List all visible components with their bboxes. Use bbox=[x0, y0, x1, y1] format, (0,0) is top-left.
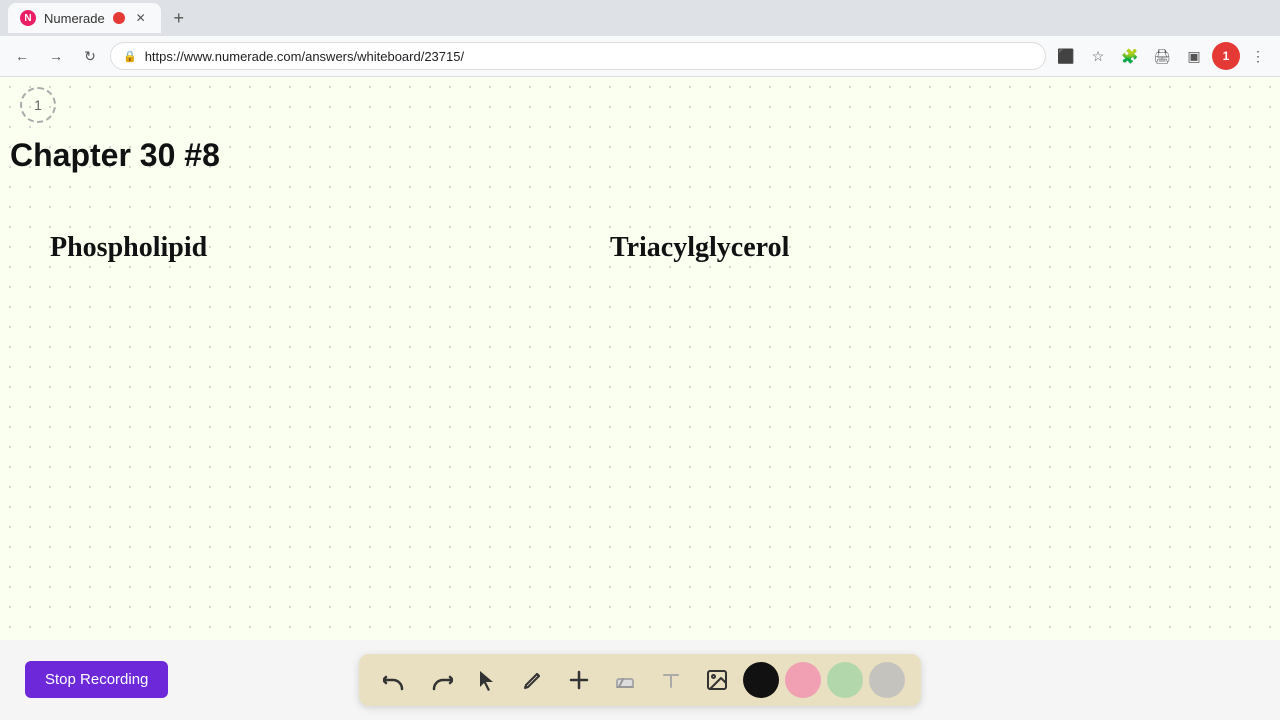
bottom-toolbar: Stop Recording bbox=[0, 640, 1280, 720]
color-pink-button[interactable] bbox=[785, 662, 821, 698]
color-gray-button[interactable] bbox=[869, 662, 905, 698]
address-bar[interactable]: 🔒 https://www.numerade.com/answers/white… bbox=[110, 42, 1046, 70]
nav-actions: ⬛ ☆ 🧩 🖨 ▣ 1 ⋮ bbox=[1052, 42, 1272, 70]
tab-favicon: N bbox=[20, 10, 36, 26]
drawing-toolbar bbox=[359, 654, 921, 706]
bookmark-icon[interactable]: ☆ bbox=[1084, 42, 1112, 70]
chapter-title: Chapter 30 #8 bbox=[10, 137, 220, 174]
cast-icon[interactable]: ⬛ bbox=[1052, 42, 1080, 70]
refresh-button[interactable]: ↻ bbox=[76, 42, 104, 70]
text-tool-button[interactable] bbox=[651, 660, 691, 700]
whiteboard-canvas[interactable]: 1 Chapter 30 #8 Phospholipid Triacylglyc… bbox=[0, 77, 1280, 641]
eraser-tool-button[interactable] bbox=[605, 660, 645, 700]
active-tab[interactable]: N Numerade ✕ bbox=[8, 3, 161, 33]
print-icon[interactable]: 🖨 bbox=[1148, 42, 1176, 70]
page-number: 1 bbox=[20, 87, 56, 123]
menu-icon[interactable]: ⋮ bbox=[1244, 42, 1272, 70]
lock-icon: 🔒 bbox=[123, 50, 137, 63]
phospholipid-label: Phospholipid bbox=[50, 232, 207, 264]
recording-indicator bbox=[113, 12, 125, 24]
add-element-button[interactable] bbox=[559, 660, 599, 700]
extension-icon[interactable]: 🧩 bbox=[1116, 42, 1144, 70]
nav-bar: ← → ↻ 🔒 https://www.numerade.com/answers… bbox=[0, 36, 1280, 76]
new-tab-button[interactable]: + bbox=[165, 4, 193, 32]
tab-bar: N Numerade ✕ + bbox=[0, 0, 1280, 36]
redo-button[interactable] bbox=[421, 660, 461, 700]
stop-recording-button[interactable]: Stop Recording bbox=[25, 661, 168, 698]
pen-tool-button[interactable] bbox=[513, 660, 553, 700]
url-text: https://www.numerade.com/answers/whitebo… bbox=[145, 49, 1033, 64]
select-tool-button[interactable] bbox=[467, 660, 507, 700]
color-black-button[interactable] bbox=[743, 662, 779, 698]
forward-button[interactable]: → bbox=[42, 42, 70, 70]
back-button[interactable]: ← bbox=[8, 42, 36, 70]
color-green-button[interactable] bbox=[827, 662, 863, 698]
split-screen-icon[interactable]: ▣ bbox=[1180, 42, 1208, 70]
tab-title: Numerade bbox=[44, 11, 105, 26]
browser-window: N Numerade ✕ + ← → ↻ 🔒 https://www.numer… bbox=[0, 0, 1280, 720]
image-insert-button[interactable] bbox=[697, 660, 737, 700]
undo-button[interactable] bbox=[375, 660, 415, 700]
profile-icon[interactable]: 1 bbox=[1212, 42, 1240, 70]
tab-close-button[interactable]: ✕ bbox=[133, 10, 149, 26]
browser-chrome: N Numerade ✕ + ← → ↻ 🔒 https://www.numer… bbox=[0, 0, 1280, 77]
triacylglycerol-label: Triacylglycerol bbox=[610, 232, 789, 264]
